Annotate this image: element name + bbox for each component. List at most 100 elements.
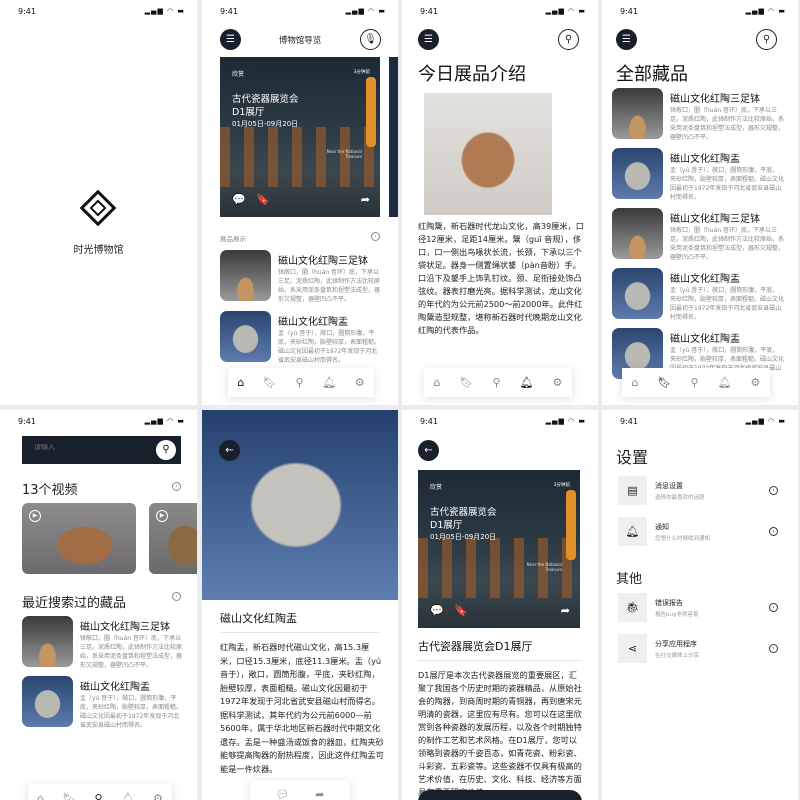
recent-title: 最近搜索过的藏品 xyxy=(22,596,127,611)
list-item[interactable]: 磁山文化红陶三足钵 钵敞口，圜（huán 音环）底，下承以三足。泥质红陶，此钵制作… xyxy=(22,616,185,669)
status-bar: 9:41 ▂▄▆ ◠ ▬ xyxy=(420,7,586,16)
comment-icon[interactable]: 💬 xyxy=(232,193,246,206)
collection-screen: 9:41 ▂▄▆ ◠ ▬ ☰ ⚲ 全部藏品 磁山文化红陶三足钵 钵敞口，圜（huán… xyxy=(602,0,798,405)
card-title-line1: 古代瓷器展览会 xyxy=(430,507,497,518)
arrow-right-icon[interactable]: › xyxy=(172,592,181,601)
signal-icons: ▂▄▆ ◠ ▬ xyxy=(144,417,185,425)
settings-item[interactable]: ▤ 消息设置 选择你最喜欢的话题 › xyxy=(618,476,778,505)
card-dates: 01月05日-09月20日 xyxy=(232,120,299,128)
list-item[interactable]: 磁山文化红陶盂 盂（yú 音于），敞口，圆筒形腹，平底，夹砂红陶，胎壁较厚，表面粗… xyxy=(612,268,784,321)
bookmark-icon[interactable]: 🔖︎ xyxy=(460,376,474,389)
search-input[interactable] xyxy=(34,444,144,451)
share-arrow-icon[interactable]: ➦ xyxy=(561,604,570,617)
gear-icon[interactable]: ⚙ xyxy=(751,376,761,389)
search-bar[interactable]: ⚲ xyxy=(22,436,181,464)
share-arrow-icon[interactable]: ➦ xyxy=(315,788,324,800)
menu-button[interactable]: ☰ xyxy=(616,29,637,50)
card-dates: 01月05日-09月20日 xyxy=(430,533,497,541)
settings-item[interactable]: 🔔︎ 通知 您想什么时候收到通知 › xyxy=(618,517,778,546)
video-card[interactable]: ▶ xyxy=(149,503,197,574)
item-desc: 钵敞口，圜（huán 音环）底，下承以三足。泥质红陶，此钵制作方法比较原始，系采… xyxy=(278,269,381,303)
search-button[interactable]: ⚲ xyxy=(756,29,777,50)
bell-icon[interactable]: 🔔︎ xyxy=(718,376,732,389)
home-icon[interactable]: ⌂ xyxy=(237,376,244,389)
list-item[interactable]: 磁山文化红陶盂 盂（yú 音于），敞口，圆筒形腹，平底，夹砂红陶，胎壁较厚，表面粗… xyxy=(22,676,185,729)
bell-icon[interactable]: 🔔︎ xyxy=(121,792,135,800)
voice-button[interactable]: 🎙 xyxy=(360,29,381,50)
item-desc: 钵敞口，圜（huán 音环）底，下承以三足。泥质红陶，此钵制作方法比较原始，系采… xyxy=(80,635,183,669)
bookmark-icon[interactable]: 🔖 xyxy=(256,193,270,206)
item-desc: 盂（yú 音于），敞口，圆筒形腹，平底，夹砂红陶，胎壁较厚，表面粗糙。磁山文化因… xyxy=(80,695,183,729)
gear-icon[interactable]: ⚙ xyxy=(153,792,163,800)
bookmark-icon[interactable]: 🔖︎ xyxy=(62,792,76,800)
primary-button[interactable] xyxy=(418,790,582,800)
exhibition-card[interactable]: 欣赏 3分钟前 古代瓷器展览会 D1展厅 01月05日-09月20日 Near … xyxy=(418,470,580,628)
thumbnail xyxy=(612,268,663,319)
search-icon[interactable]: ⚲ xyxy=(492,376,500,389)
status-time: 9:41 xyxy=(420,417,438,426)
status-bar: 9:41 ▂▄▆ ◠ ▬ xyxy=(18,7,185,16)
list-item[interactable]: 磁山文化红陶三足钵 钵敞口，圜（huán 音环）底，下承以三足。泥质红陶，此钵制作… xyxy=(612,208,785,261)
list-item[interactable]: 磁山文化红陶盂 盂（yú 音于），敞口，圆筒形腹，平底，夹砂红陶，胎壁较厚，表面粗… xyxy=(220,311,382,364)
video-card[interactable]: ▶ xyxy=(22,503,136,574)
bookmark-icon[interactable]: 🔖︎ xyxy=(263,376,277,389)
card-title-line1: 古代瓷器展览会 xyxy=(232,94,299,105)
search-icon[interactable]: ⚲ xyxy=(156,440,176,460)
gear-icon[interactable]: ⚙ xyxy=(553,376,563,389)
arrow-right-icon[interactable]: › xyxy=(769,603,778,612)
arrow-right-icon[interactable]: › xyxy=(769,644,778,653)
settings-item[interactable]: 🐞︎ 错误报告 报告bug非常容易 › xyxy=(618,593,778,622)
home-icon[interactable]: ⌂ xyxy=(37,792,44,800)
bell-icon[interactable]: 🔔︎ xyxy=(520,376,534,389)
bookmark-icon[interactable]: 🔖 xyxy=(454,604,468,617)
comment-icon[interactable]: 💬 xyxy=(430,604,444,617)
menu-button[interactable]: ☰ xyxy=(418,29,439,50)
gear-icon[interactable]: ⚙ xyxy=(355,376,365,389)
arrow-right-icon[interactable]: › xyxy=(172,482,181,491)
search-icon[interactable]: ⚲ xyxy=(690,376,698,389)
bell-icon: 🔔︎ xyxy=(618,517,647,546)
list-item[interactable]: 磁山文化红陶三足钵 钵敞口，圜（huán 音环）底，下承以三足。泥质红陶，此钵制作… xyxy=(612,88,784,141)
next-card-peek[interactable] xyxy=(389,57,398,217)
play-icon[interactable]: ▶ xyxy=(156,510,168,522)
status-time: 9:41 xyxy=(420,7,438,16)
exhibition-card[interactable]: 欣赏 3分钟前 古代瓷器展览会 D1展厅 01月05日-09月20日 Near … xyxy=(220,57,380,217)
list-item[interactable]: 磁山文化红陶盂 盂（yú 音于），敞口，圆筒形腹，平底，夹砂红陶，胎壁较厚，表面粗… xyxy=(612,148,784,201)
section-label: 展品展示 xyxy=(220,235,246,243)
videos-title: 13个视频 xyxy=(22,483,78,498)
page-title: 今日展品介绍 xyxy=(418,64,526,85)
today-screen: 9:41 ▂▄▆ ◠ ▬ ☰ ⚲ 今日展品介绍 红陶鬶，新石器时代龙山文化，高39… xyxy=(402,0,598,405)
comment-icon[interactable]: 💬︎ xyxy=(276,788,290,800)
search-icon[interactable]: ⚲ xyxy=(296,376,304,389)
search-button[interactable]: ⚲ xyxy=(558,29,579,50)
bookmark-icon[interactable]: 🔖︎ xyxy=(658,376,672,389)
item-title: 磁山文化红陶盂 xyxy=(670,274,740,285)
bottom-nav: ⌂ 🔖︎ ⚲ 🔔︎ ⚙ xyxy=(228,368,374,397)
status-time: 9:41 xyxy=(620,7,638,16)
hall-title: 古代瓷器展览会D1展厅 xyxy=(418,640,533,653)
hall-screen: 9:41 ▂▄▆ ◠ ▬ ← 欣赏 3分钟前 古代瓷器展览会 D1展厅 01月05… xyxy=(402,410,598,800)
bell-icon[interactable]: 🔔︎ xyxy=(322,376,336,389)
search-screen: 9:41 ▂▄▆ ◠ ▬ ⚲ 13个视频 › ▶ ▶ 最近搜索过的藏品 › 磁山文… xyxy=(0,410,197,800)
thumbnail xyxy=(22,676,73,727)
arrow-right-icon[interactable]: › xyxy=(371,232,380,241)
action-bar: 💬︎ ➦ xyxy=(250,780,350,800)
arrow-right-icon[interactable]: › xyxy=(769,527,778,536)
item-desc: 钵敞口，圜（huán 音环）底，下承以三足。泥质红陶，此钵制作方法比较原始，系采… xyxy=(670,227,785,261)
list-item[interactable]: 磁山文化红陶三足钵 钵敞口，圜（huán 音环）底，下承以三足。泥质红陶，此钵制作… xyxy=(220,250,382,303)
play-icon[interactable]: ▶ xyxy=(29,510,41,522)
share-arrow-icon[interactable]: ➦ xyxy=(361,193,370,206)
home-icon[interactable]: ⌂ xyxy=(434,376,441,389)
search-icon[interactable]: ⚲ xyxy=(95,792,103,800)
arrow-left-icon: ← xyxy=(225,445,234,456)
arrow-right-icon[interactable]: › xyxy=(769,486,778,495)
settings-item[interactable]: ⋖ 分享应用程序 在社交媒体上分享 › xyxy=(618,634,778,663)
back-button[interactable]: ← xyxy=(418,440,439,461)
bug-icon: 🐞︎ xyxy=(618,593,647,622)
back-button[interactable]: ← xyxy=(219,440,240,461)
settings-item-subtitle: 报告bug非常容易 xyxy=(655,612,699,618)
signal-icons: ▂▄▆ ◠ ▬ xyxy=(745,417,786,425)
signal-icons: ▂▄▆ ◠ ▬ xyxy=(745,7,786,15)
card-title-line2: D1展厅 xyxy=(430,520,463,531)
home-icon[interactable]: ⌂ xyxy=(632,376,639,389)
